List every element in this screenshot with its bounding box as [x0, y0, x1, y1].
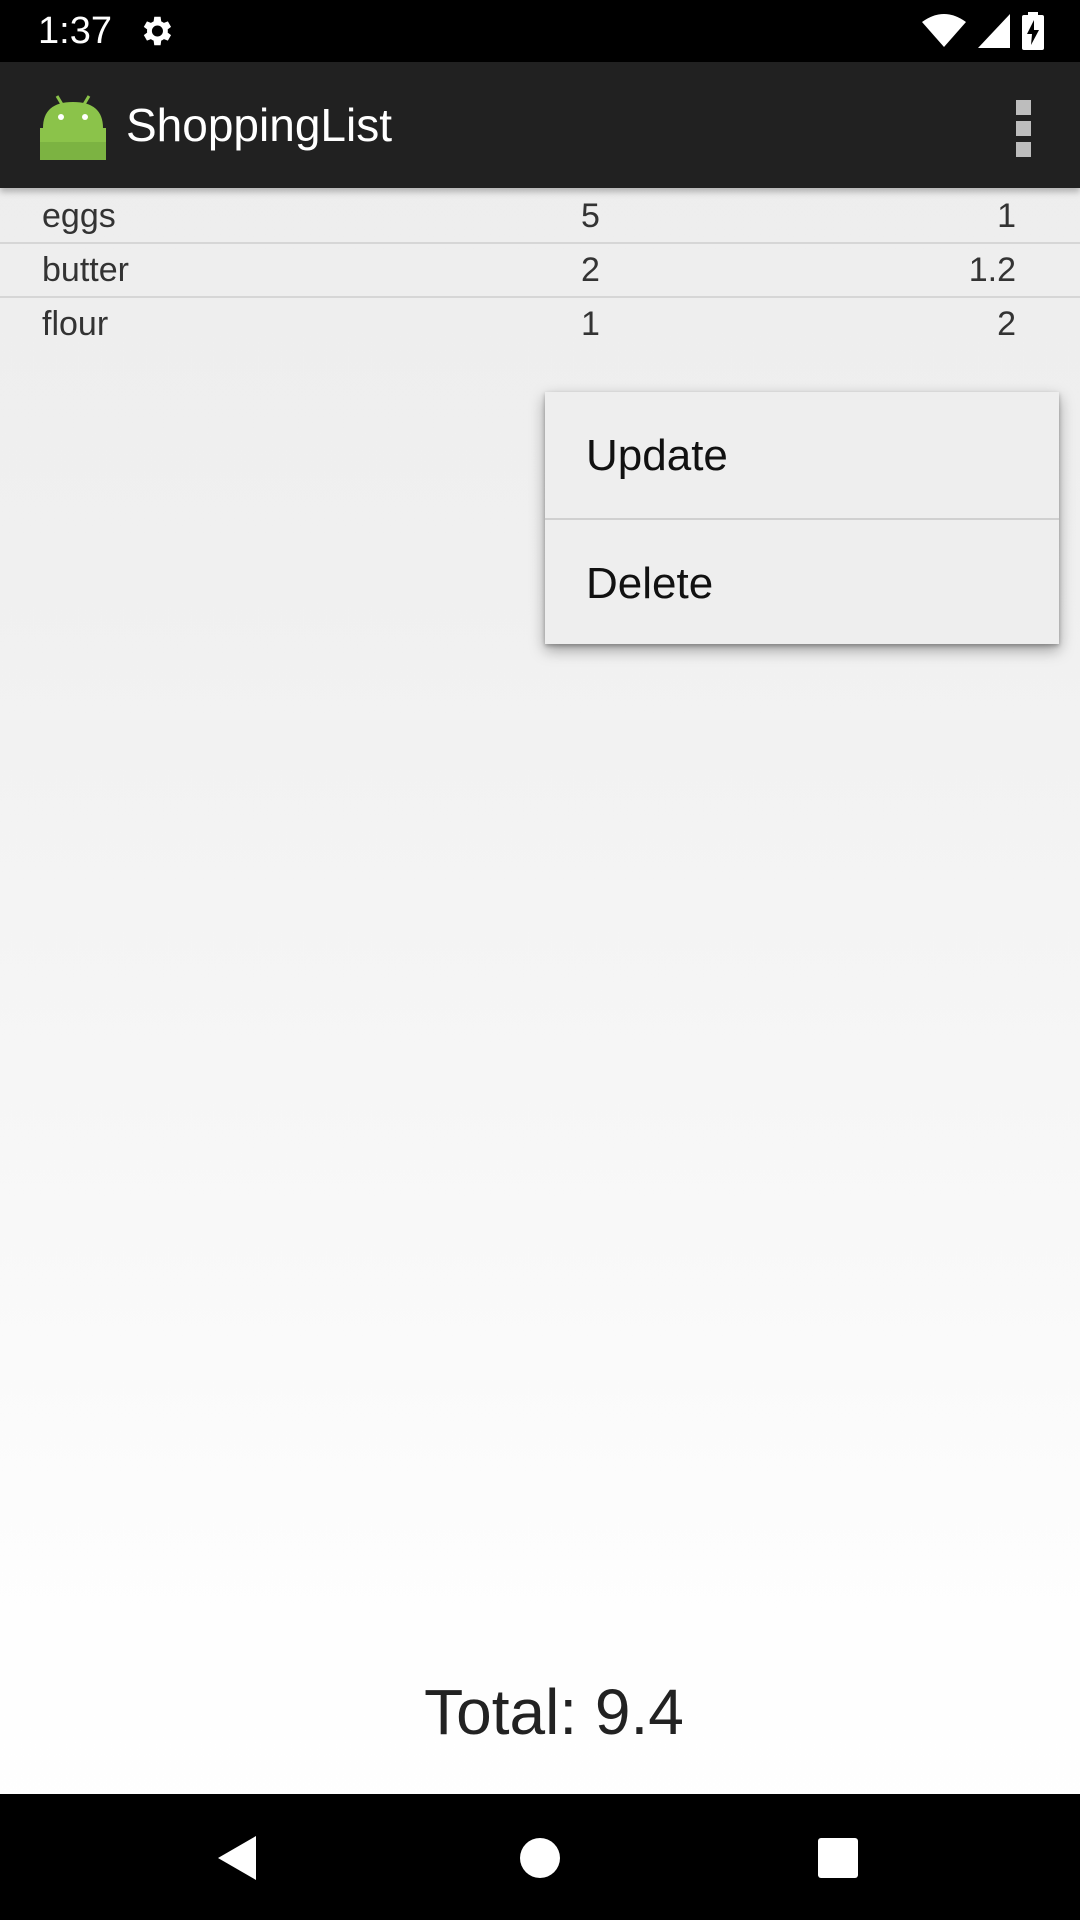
list-item[interactable]: flour 1 2 [0, 298, 1080, 350]
update-menu-label: Update [586, 431, 728, 480]
shopping-list: eggs 5 1 butter 2 1.2 flour 1 2 [0, 190, 1080, 350]
overflow-menu-icon [1016, 121, 1031, 136]
home-icon[interactable] [510, 1828, 570, 1888]
overflow-menu-icon [1016, 142, 1031, 157]
android-robot-icon [40, 95, 106, 160]
item-price: 1 [997, 197, 1016, 235]
item-price: 2 [997, 305, 1016, 343]
item-price: 1.2 [968, 251, 1016, 289]
recents-icon[interactable] [808, 1828, 868, 1888]
status-time: 1:37 [38, 10, 112, 52]
cell-signal-icon [978, 14, 1010, 48]
list-item[interactable]: butter 2 1.2 [0, 244, 1080, 298]
delete-menu-label: Delete [586, 559, 714, 608]
update-menu-item[interactable]: Update [545, 392, 1059, 518]
context-menu: Update Delete [545, 392, 1059, 644]
overflow-menu-button[interactable] [1004, 98, 1044, 158]
app-title: ShoppingList [126, 99, 392, 151]
item-name: flour [42, 305, 109, 343]
list-item[interactable]: eggs 5 1 [0, 190, 1080, 244]
wifi-icon [922, 14, 966, 47]
total-label: Total: 9.4 [424, 1676, 684, 1748]
navigation-bar [0, 1794, 1080, 1920]
back-icon[interactable] [210, 1828, 270, 1888]
item-name: butter [42, 251, 129, 289]
item-quantity: 1 [581, 305, 600, 343]
delete-menu-item[interactable]: Delete [545, 520, 1059, 646]
overflow-menu-icon [1016, 100, 1031, 115]
item-quantity: 5 [581, 197, 600, 235]
action-bar: ShoppingList [0, 62, 1080, 188]
item-name: eggs [42, 197, 116, 235]
status-bar: 1:37 [0, 0, 1080, 62]
status-indicators [922, 12, 1044, 50]
battery-charging-icon [1022, 12, 1044, 50]
item-quantity: 2 [581, 251, 600, 289]
settings-gear-icon [143, 16, 172, 46]
